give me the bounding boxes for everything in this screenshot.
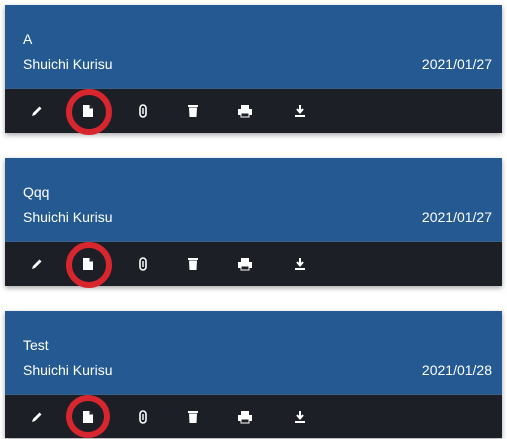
delete-button[interactable] [178,395,208,439]
edit-button[interactable] [22,89,52,133]
card-author: Shuichi Kurisu [23,56,113,72]
paperclip-icon [139,410,147,424]
card-title: Test [23,337,49,353]
card-toolbar [5,394,502,438]
download-button[interactable] [285,395,315,439]
document-button[interactable] [73,89,103,133]
paperclip-icon [139,104,147,118]
print-icon [238,411,252,424]
card-date: 2021/01/27 [421,56,492,72]
note-card: Test Shuichi Kurisu 2021/01/28 [5,311,502,438]
attach-button[interactable] [128,89,158,133]
card-author: Shuichi Kurisu [23,362,113,378]
document-button[interactable] [73,395,103,439]
attach-button[interactable] [128,395,158,439]
attach-button[interactable] [128,242,158,286]
delete-button[interactable] [178,242,208,286]
document-icon [83,258,93,270]
download-icon [295,258,305,270]
card-header[interactable]: Qqq Shuichi Kurisu 2021/01/27 [5,158,502,241]
download-icon [295,105,305,117]
pencil-icon [32,259,42,269]
pencil-icon [32,106,42,116]
card-header[interactable]: A Shuichi Kurisu 2021/01/27 [5,5,502,88]
card-title: Qqq [23,184,50,200]
note-list: A Shuichi Kurisu 2021/01/27 Qqq Shuichi … [0,0,507,439]
print-button[interactable] [230,89,260,133]
card-title: A [23,31,33,47]
card-toolbar [5,241,502,288]
note-card: A Shuichi Kurisu 2021/01/27 [5,5,502,135]
download-button[interactable] [285,89,315,133]
note-card: Qqq Shuichi Kurisu 2021/01/27 [5,158,502,288]
pencil-icon [32,412,42,422]
trash-icon [188,105,198,117]
card-header[interactable]: Test Shuichi Kurisu 2021/01/28 [5,311,502,394]
document-icon [83,411,93,423]
trash-icon [188,258,198,270]
card-toolbar [5,88,502,135]
print-button[interactable] [230,395,260,439]
paperclip-icon [139,257,147,271]
download-icon [295,411,305,423]
download-button[interactable] [285,242,315,286]
card-author: Shuichi Kurisu [23,209,113,225]
delete-button[interactable] [178,89,208,133]
card-date: 2021/01/28 [421,362,492,378]
document-icon [83,105,93,117]
print-icon [238,105,252,118]
edit-button[interactable] [22,395,52,439]
edit-button[interactable] [22,242,52,286]
card-date: 2021/01/27 [421,209,492,225]
trash-icon [188,411,198,423]
print-icon [238,258,252,271]
document-button[interactable] [73,242,103,286]
print-button[interactable] [230,242,260,286]
